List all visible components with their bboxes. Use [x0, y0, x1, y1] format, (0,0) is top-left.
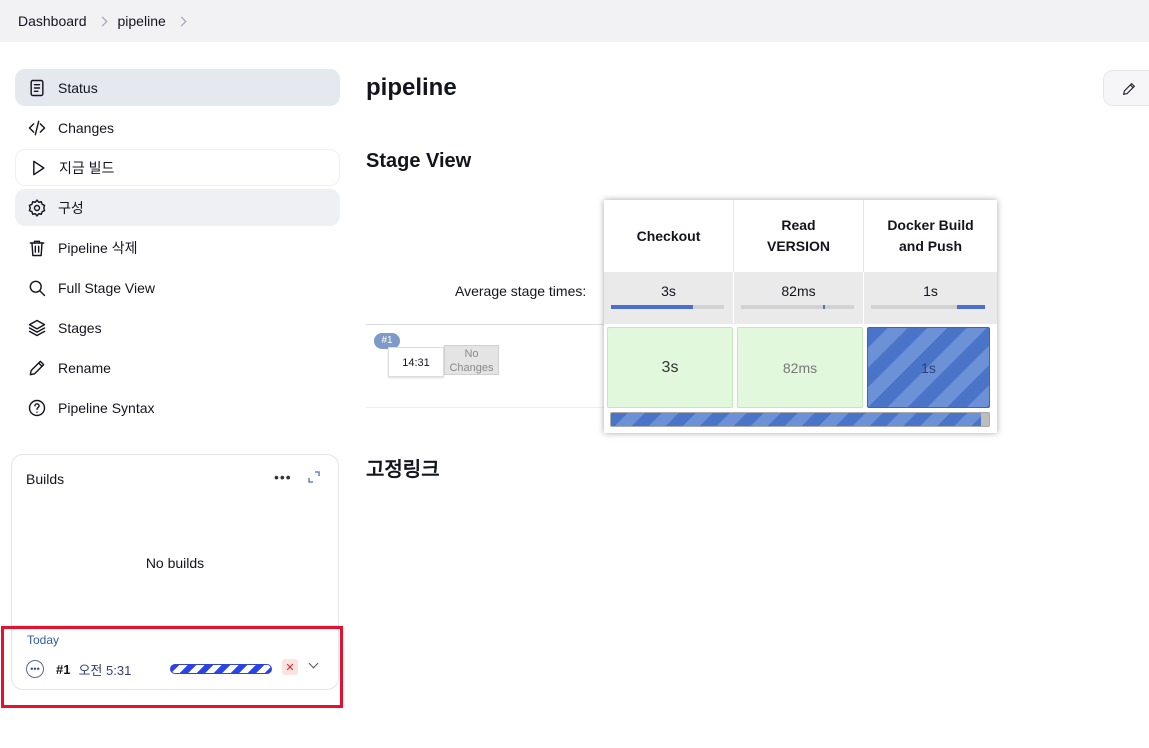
sidebar-item-label: Pipeline Syntax [58, 399, 155, 416]
sidebar-item-status[interactable]: Status [15, 69, 340, 106]
sidebar-item-pipeline-syntax[interactable]: Pipeline Syntax [15, 389, 340, 426]
avg-time-fill [823, 305, 825, 309]
page-title: pipeline [366, 74, 457, 101]
run-progress-bar [610, 412, 990, 427]
avg-time-fill [611, 305, 693, 309]
stage-view-table: Checkout Read VERSION Docker Build and Pus… [604, 200, 997, 433]
sidebar-item-label: Pipeline 삭제 [58, 239, 138, 256]
sidebar-item-changes[interactable]: Changes [15, 109, 340, 146]
stage-name: Checkout [636, 227, 701, 244]
breadcrumb-pipeline[interactable]: pipeline [118, 13, 166, 29]
play-icon [27, 157, 49, 179]
sidebar-item-label: Rename [58, 359, 111, 376]
highlight-annotation [1, 626, 343, 708]
run-changes-line1: No [464, 348, 479, 360]
avg-time-value: 1s [923, 283, 938, 299]
run-changes: No Changes [444, 345, 499, 375]
builds-title: Builds [26, 471, 65, 487]
sidebar-item-configure[interactable]: 구성 [15, 189, 340, 226]
stage-name-line2: VERSION [766, 238, 830, 254]
permalinks-title: 고정링크 [366, 459, 440, 481]
chevron-right-icon [97, 16, 107, 26]
search-icon [26, 277, 48, 299]
avg-time-bar [871, 305, 985, 309]
sidebar-item-rename[interactable]: Rename [15, 349, 340, 386]
sidebar-item-label: 지금 빌드 [59, 159, 115, 176]
code-icon [26, 117, 48, 139]
pencil-icon [26, 357, 48, 379]
stage-header-checkout: Checkout [604, 200, 734, 272]
sidebar-item-stages[interactable]: Stages [15, 309, 340, 346]
stage-header-docker-build: Docker Build and Push [864, 200, 997, 272]
sidebar-item-build-now[interactable]: 지금 빌드 [15, 149, 340, 186]
run-time: 14:31 [388, 347, 444, 377]
avg-time-bar [741, 305, 854, 309]
average-stage-times-label: Average stage times: [455, 283, 587, 299]
stage-cell-checkout[interactable]: 3s [607, 327, 733, 408]
sidebar-item-label: 구성 [58, 199, 84, 216]
document-icon [26, 77, 48, 99]
avg-time-value: 82ms [781, 283, 816, 299]
avg-time-value: 3s [661, 283, 676, 299]
stage-view-title: Stage View [366, 150, 472, 172]
avg-time-fill [957, 305, 985, 309]
trash-icon [26, 237, 48, 259]
gear-icon [26, 197, 48, 219]
breadcrumb: Dashboard pipeline [0, 0, 1149, 42]
breadcrumb-dashboard[interactable]: Dashboard [18, 13, 87, 29]
sidebar-item-delete-pipeline[interactable]: Pipeline 삭제 [15, 229, 340, 266]
layers-icon [26, 317, 48, 339]
sidebar-item-label: Changes [58, 119, 115, 136]
stage-name-line2: and Push [898, 238, 962, 254]
pencil-icon [1122, 82, 1136, 96]
edit-description-button[interactable] [1103, 70, 1149, 106]
stage-header-read-version: Read VERSION [734, 200, 864, 272]
expand-icon[interactable] [308, 471, 320, 483]
stage-cell-read-version[interactable]: 82ms [737, 327, 863, 408]
sidebar-item-label: Full Stage View [58, 279, 156, 296]
sidebar-item-full-stage-view[interactable]: Full Stage View [15, 269, 340, 306]
stage-name: Docker Build [887, 217, 974, 233]
stage-run-info: #1 14:31 No Changes [366, 324, 604, 408]
stage-cell-docker-build[interactable]: 1s [867, 327, 990, 408]
avg-time-checkout: 3s [604, 272, 734, 324]
run-progress-fill [611, 413, 982, 426]
stage-name: Read [781, 217, 816, 233]
builds-empty-text: No builds [145, 555, 205, 571]
avg-time-bar [611, 305, 724, 309]
avg-time-read-version: 82ms [734, 272, 864, 324]
sidebar-item-label: Stages [58, 319, 102, 336]
more-options-icon[interactable]: ••• [274, 469, 292, 485]
chevron-right-icon[interactable] [176, 16, 187, 26]
help-icon [26, 397, 48, 419]
sidebar-item-label: Status [58, 79, 98, 96]
avg-time-docker-build: 1s [864, 272, 997, 324]
run-changes-line2: Changes [449, 362, 494, 374]
